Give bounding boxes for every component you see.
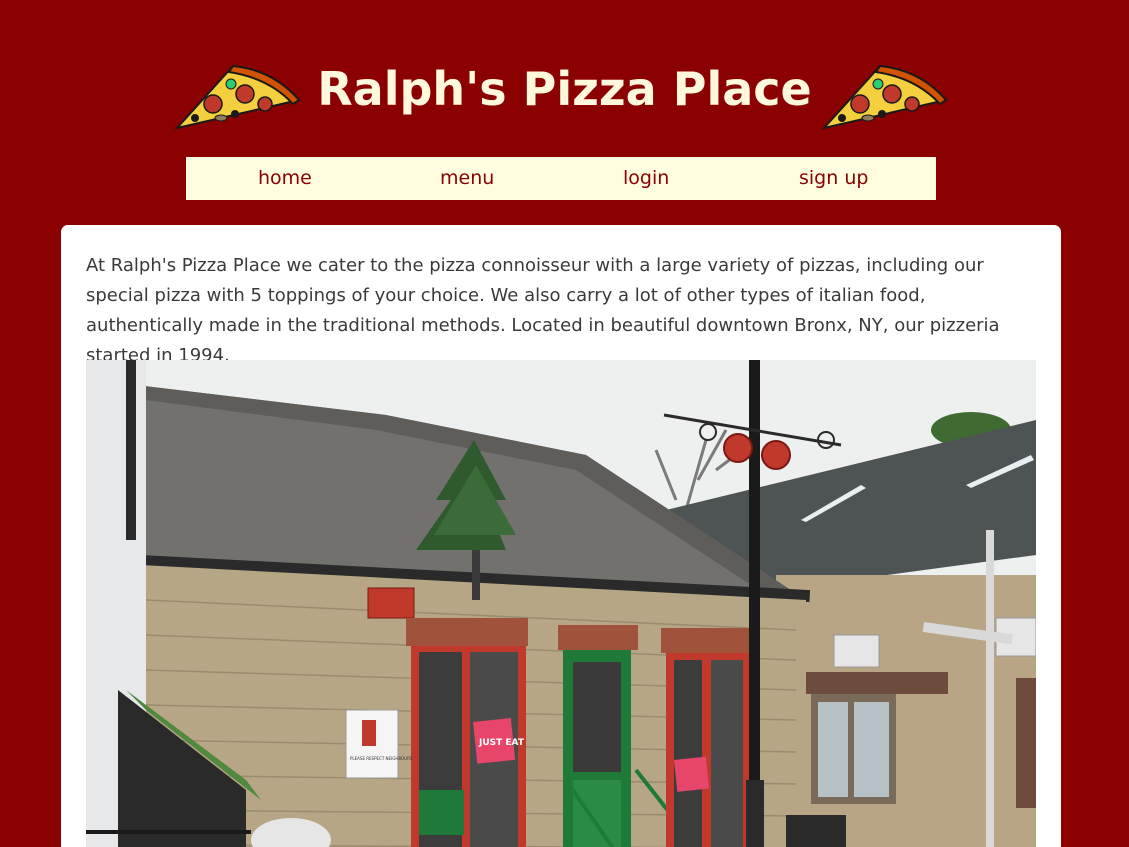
nav-signup-link[interactable]: sign up (799, 157, 868, 200)
site-title: Ralph's Pizza Place (317, 62, 812, 116)
nav-home-link[interactable]: home (258, 157, 312, 200)
just-eat-sign: JUST EAT (478, 738, 525, 748)
main-nav: home menu login sign up (186, 157, 936, 200)
nav-menu-link[interactable]: menu (440, 157, 494, 200)
site-header: Ralph's Pizza Place (0, 0, 1129, 150)
nav-login-link[interactable]: login (623, 157, 669, 200)
intro-paragraph: At Ralph's Pizza Place we cater to the p… (86, 255, 1000, 366)
content-card: At Ralph's Pizza Place we cater to the p… (61, 225, 1061, 847)
bin-sign-text: PLEASE RESPECT NEIGHBOURS (350, 756, 413, 761)
storefront-photo: JUST EAT PLEASE RESPECT NEIGHBOURS (86, 360, 1036, 847)
pizza-slice-icon (821, 64, 948, 130)
